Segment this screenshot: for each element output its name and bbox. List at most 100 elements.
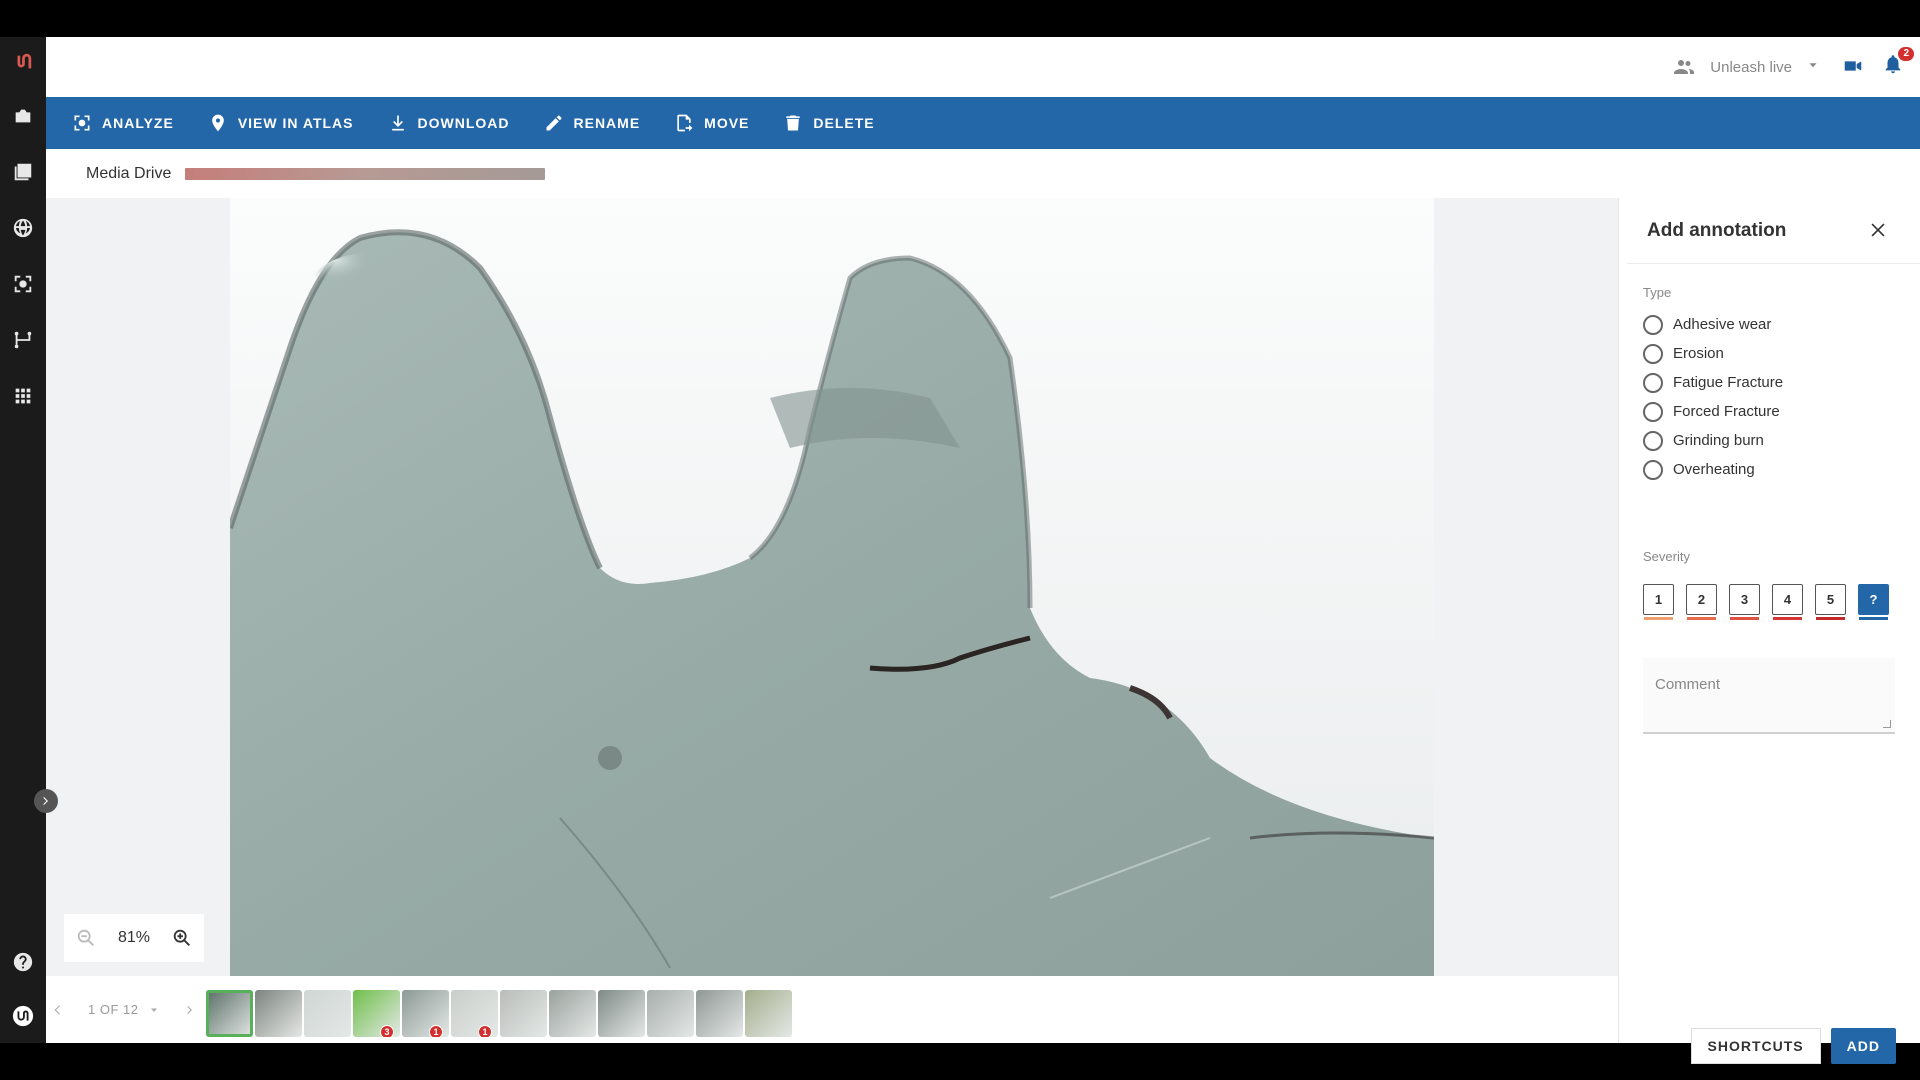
panel-actions: SHORTCUTS ADD	[1690, 1028, 1896, 1064]
next-page-button[interactable]	[182, 1004, 198, 1016]
caret-down-icon	[151, 1008, 158, 1012]
prev-page-button[interactable]	[50, 1004, 66, 1016]
radio-button[interactable]	[1643, 459, 1663, 480]
add-button[interactable]: ADD	[1830, 1028, 1896, 1064]
type-option[interactable]: Adhesive wear	[1643, 310, 1783, 339]
severity-value: ?	[1869, 592, 1878, 607]
workflow-icon[interactable]	[6, 323, 40, 357]
severity-button[interactable]: ?	[1858, 584, 1889, 620]
type-option-label: Fatigue Fracture	[1673, 374, 1784, 391]
type-option[interactable]: Forced Fracture	[1643, 397, 1783, 426]
thumbnail-item[interactable]	[206, 990, 253, 1037]
thumbnail-item[interactable]	[255, 990, 302, 1037]
radio-button[interactable]	[1643, 314, 1663, 335]
delete-button[interactable]: DELETE	[783, 113, 874, 133]
thumbnail-badge: 3	[380, 1025, 394, 1037]
type-label: Type	[1643, 285, 1672, 300]
comment-placeholder: Comment	[1655, 676, 1721, 693]
breadcrumb-media-drive[interactable]: Media Drive	[86, 165, 171, 183]
move-label: MOVE	[704, 115, 750, 131]
thumbnail-item[interactable]: 1	[451, 990, 498, 1037]
top-header: Unleash live 2	[46, 37, 1920, 97]
move-button[interactable]: MOVE	[674, 113, 749, 133]
severity-label: Severity	[1643, 549, 1690, 564]
type-option[interactable]: Overheating	[1643, 455, 1783, 484]
globe-icon[interactable]	[6, 211, 40, 245]
resize-handle-icon[interactable]	[1883, 720, 1891, 728]
severity-value: 3	[1740, 592, 1749, 607]
zoom-controls: 81%	[64, 914, 204, 962]
severity-value: 1	[1654, 592, 1663, 607]
zoom-in-icon[interactable]	[171, 927, 193, 949]
zoom-level: 81%	[117, 929, 150, 946]
radio-button[interactable]	[1643, 401, 1663, 422]
severity-button[interactable]: 2	[1686, 584, 1717, 620]
severity-value: 5	[1826, 592, 1835, 607]
thumbnail-item[interactable]	[696, 990, 743, 1037]
shortcuts-button[interactable]: SHORTCUTS	[1690, 1028, 1821, 1064]
radio-button[interactable]	[1643, 372, 1663, 393]
thumbnail-item[interactable]	[304, 990, 351, 1037]
rename-label: RENAME	[573, 115, 641, 131]
close-panel-button[interactable]	[1868, 220, 1888, 240]
view-in-atlas-button[interactable]: VIEW IN ATLAS	[208, 113, 354, 133]
page-select[interactable]: 1 OF 12	[88, 1002, 160, 1017]
logo-icon[interactable]	[6, 45, 40, 79]
action-toolbar: ANALYZE VIEW IN ATLAS DOWNLOAD RENAME MO…	[46, 97, 1920, 149]
severity-value: 4	[1783, 592, 1792, 607]
library-icon[interactable]	[6, 155, 40, 189]
pager: 1 OF 12	[50, 976, 198, 1043]
analyze-button[interactable]: ANALYZE	[72, 113, 174, 133]
expand-rail-button[interactable]	[34, 789, 58, 813]
users-icon	[1674, 60, 1695, 74]
thumbnail-item[interactable]: 3	[353, 990, 400, 1037]
left-rail	[0, 37, 46, 1043]
camera-icon[interactable]	[6, 99, 40, 133]
close-icon	[1871, 223, 1885, 237]
comment-field[interactable]: Comment	[1643, 658, 1895, 734]
thumbnail-strip: 1 OF 12 3 1 1	[46, 976, 1618, 1043]
add-annotation-panel: Add annotation Type Adhesive wear Erosion…	[1618, 198, 1920, 1064]
severity-color-bar	[1644, 617, 1673, 620]
chevron-right-icon	[187, 1005, 193, 1014]
thumbnail-item[interactable]	[549, 990, 596, 1037]
severity-button[interactable]: 3	[1729, 584, 1760, 620]
thumbnail-item[interactable]	[745, 990, 792, 1037]
gear-teeth-image[interactable]	[230, 198, 1434, 976]
zoom-out-icon[interactable]	[75, 927, 97, 949]
radio-button[interactable]	[1643, 430, 1663, 451]
thumbnail-badge: 1	[478, 1025, 492, 1037]
image-viewer[interactable]: 81%	[46, 198, 1618, 976]
panel-title: Add annotation	[1647, 220, 1787, 241]
apps-grid-icon[interactable]	[6, 379, 40, 413]
chevron-left-icon	[54, 1004, 60, 1015]
account-avatar[interactable]	[6, 999, 40, 1033]
focus-icon[interactable]	[6, 267, 40, 301]
severity-group: 1 2 3 4 5?	[1643, 584, 1889, 620]
type-option[interactable]: Grinding burn	[1643, 426, 1783, 455]
type-option[interactable]: Fatigue Fracture	[1643, 368, 1783, 397]
severity-button[interactable]: 5	[1815, 584, 1846, 620]
panel-divider	[1627, 263, 1920, 264]
notifications-button[interactable]: 2	[1882, 47, 1914, 80]
severity-button[interactable]: 1	[1643, 584, 1674, 620]
radio-button[interactable]	[1643, 343, 1663, 364]
trash-icon	[786, 115, 801, 131]
page-label: 1 OF 12	[88, 1002, 139, 1017]
rename-button[interactable]: RENAME	[544, 113, 641, 133]
pencil-icon	[546, 115, 561, 131]
chevron-right-icon	[43, 797, 48, 805]
severity-button[interactable]: 4	[1772, 584, 1803, 620]
app-frame: Unleash live 2 ANALYZE VIEW IN ATLAS DOW…	[0, 37, 1920, 1064]
help-icon[interactable]	[6, 945, 40, 979]
thumbnail-item[interactable]	[647, 990, 694, 1037]
type-option[interactable]: Erosion	[1643, 339, 1783, 368]
severity-color-bar	[1816, 617, 1845, 620]
thumbnail-item[interactable]	[598, 990, 645, 1037]
live-video-button[interactable]	[1842, 55, 1864, 82]
thumbnail-item[interactable]	[500, 990, 547, 1037]
user-menu[interactable]: Unleash live	[1672, 55, 1820, 79]
type-option-label: Forced Fracture	[1673, 403, 1780, 420]
thumbnail-item[interactable]: 1	[402, 990, 449, 1037]
download-button[interactable]: DOWNLOAD	[388, 113, 510, 133]
